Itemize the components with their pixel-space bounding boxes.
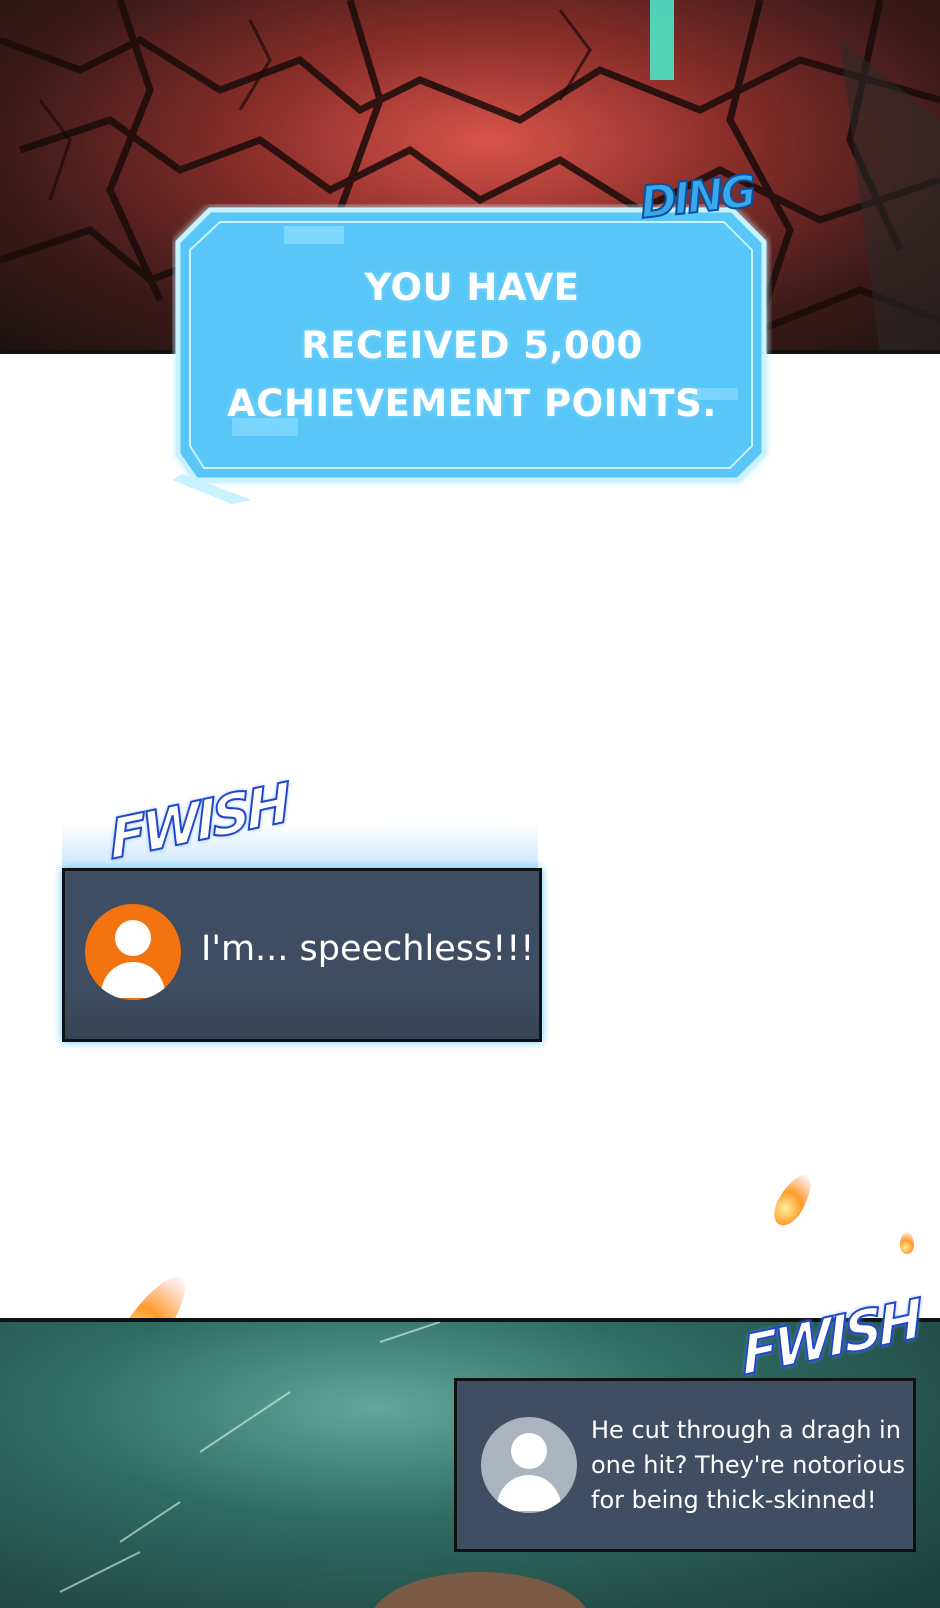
chat-message-text: He cut through a dragh in one hit? They'… — [591, 1413, 907, 1518]
chat-message-1: I'm... speechless!!! — [62, 868, 542, 1042]
ember — [767, 1169, 819, 1231]
chat-message-line: He cut through a dragh in — [591, 1416, 901, 1444]
ember — [900, 1232, 914, 1254]
system-notification-box: YOU HAVE RECEIVED 5,000 ACHIEVEMENT POIN… — [172, 204, 772, 504]
chat-message-2: He cut through a dragh in one hit? They'… — [454, 1378, 916, 1552]
avatar-icon — [481, 1417, 577, 1513]
chat-message-text: I'm... speechless!!! — [201, 929, 535, 969]
chat-message-line: for being thick-skinned! — [591, 1486, 877, 1514]
system-message-line-3: ACHIEVEMENT POINTS. — [227, 382, 717, 425]
chat-message-line: one hit? They're notorious — [591, 1451, 906, 1479]
avatar-icon — [85, 904, 181, 1000]
system-message-line-2: RECEIVED 5,000 — [301, 324, 643, 367]
system-message-line-1: YOU HAVE — [364, 266, 580, 309]
